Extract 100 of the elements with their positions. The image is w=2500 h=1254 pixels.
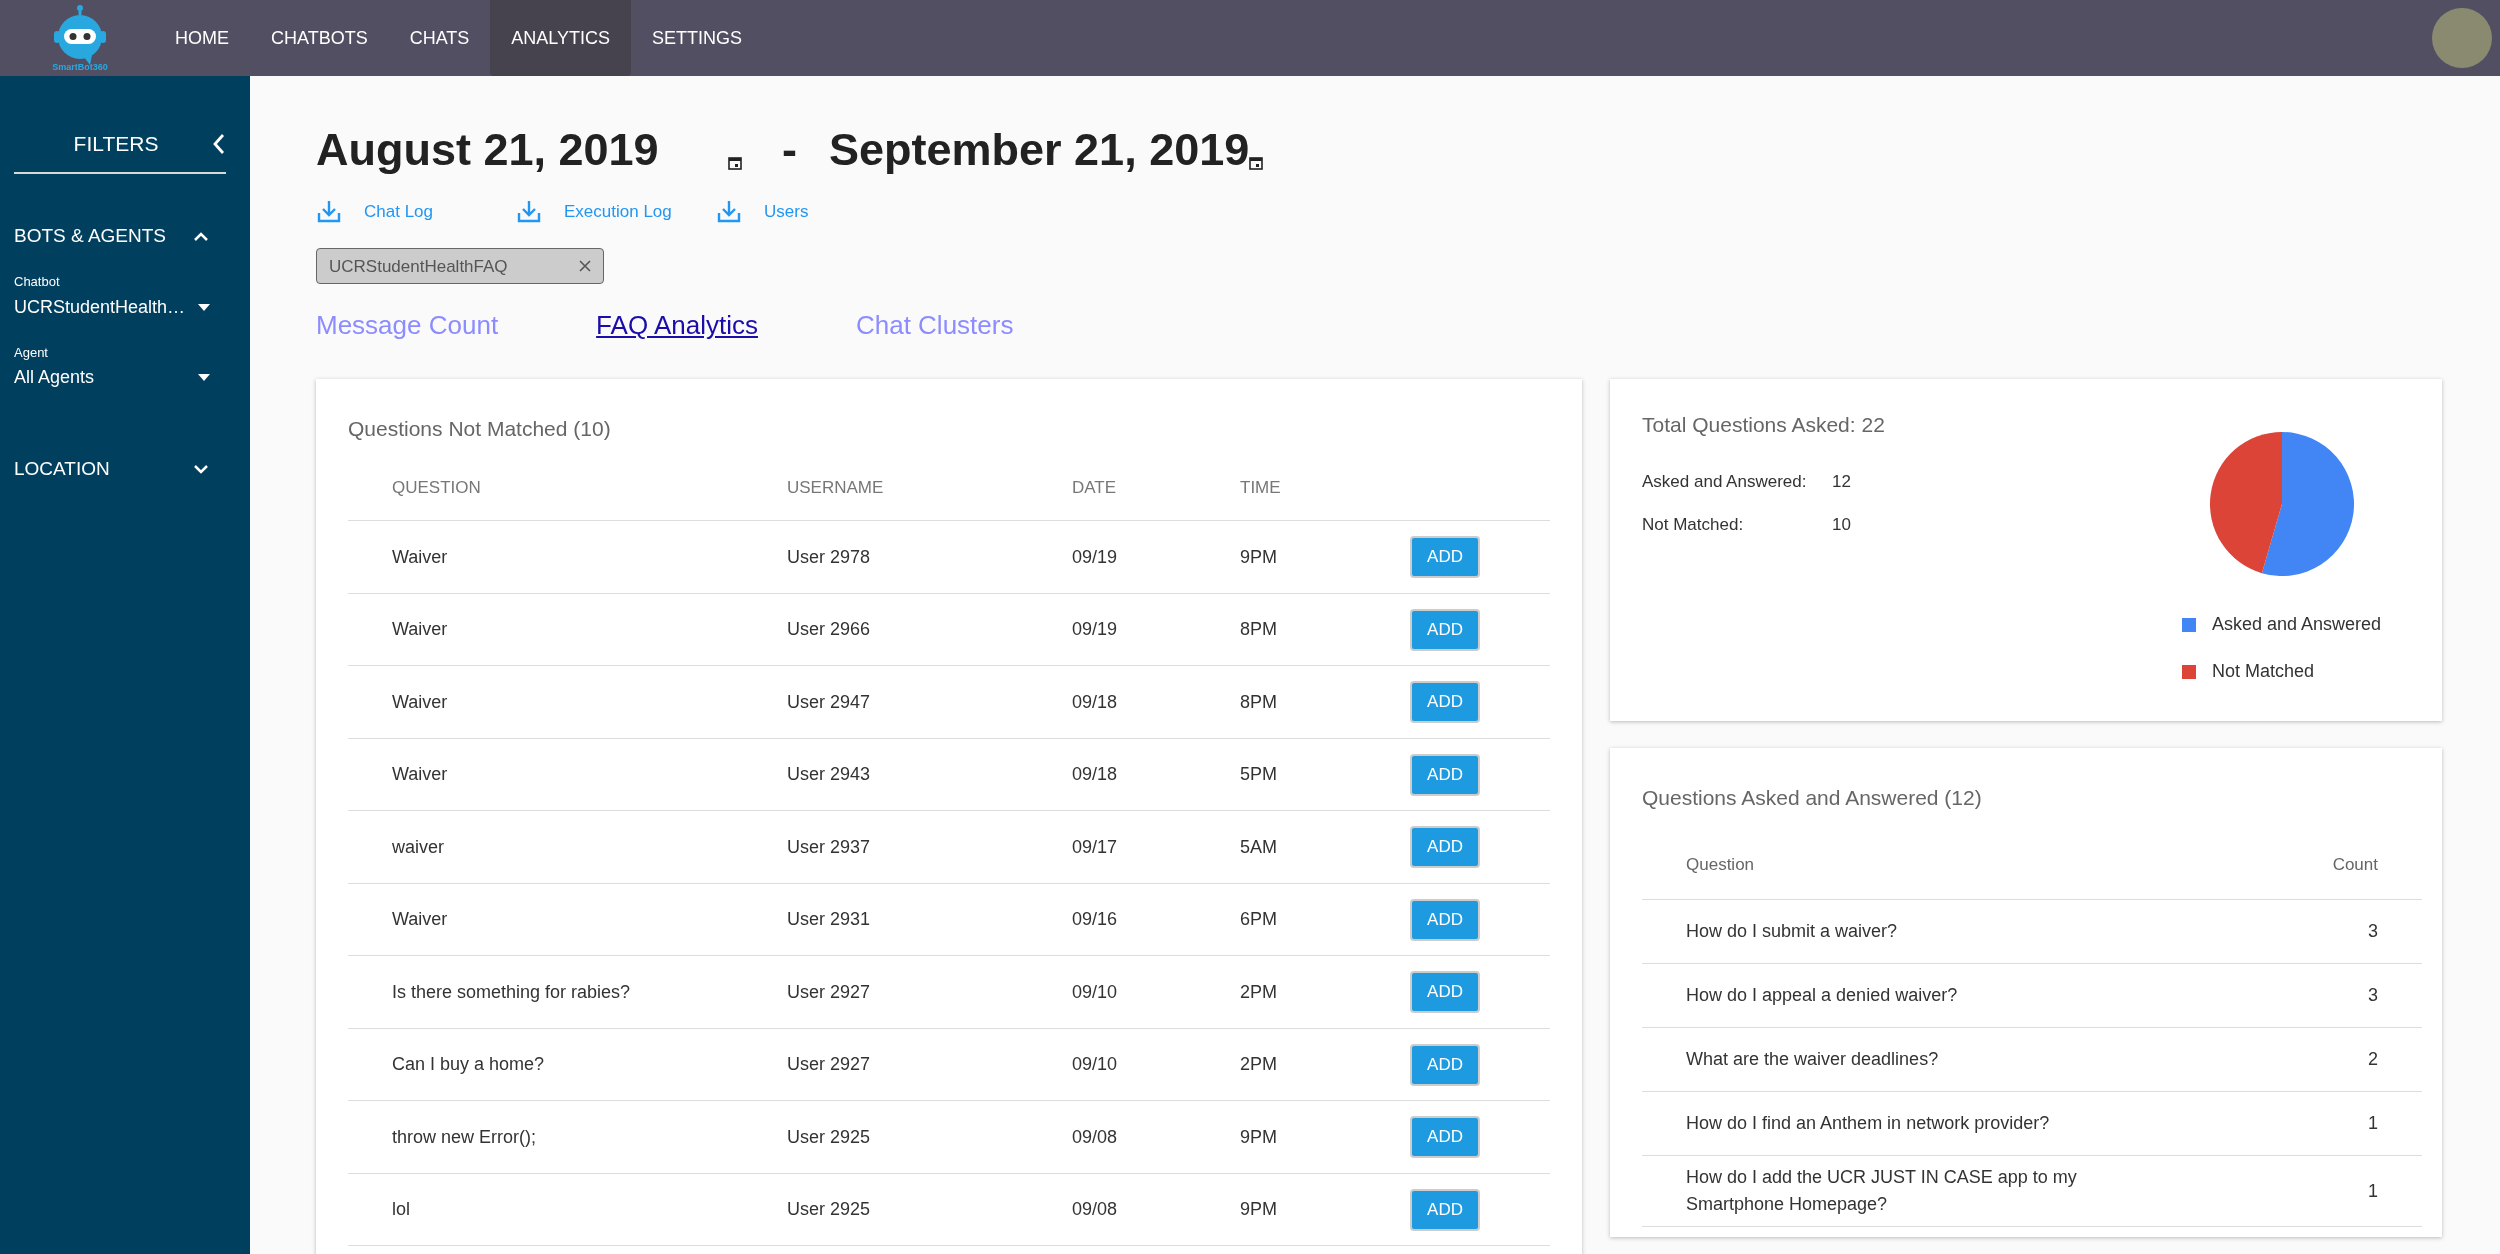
chip-label: UCRStudentHealthFAQ (329, 255, 508, 278)
calendar-icon[interactable] (728, 156, 742, 171)
legend-label: Asked and Answered (2212, 613, 2382, 637)
table-cell-text: 09/08 (1072, 1125, 1119, 1149)
table-cell-text: 5PM (1240, 763, 1278, 786)
start-date[interactable]: August 21, 2019 (316, 122, 728, 179)
close-icon[interactable] (579, 260, 591, 273)
column-header: QUESTION (392, 476, 482, 499)
nav-tab[interactable]: HOME (154, 0, 250, 76)
table-cell-text: Waiver (392, 545, 449, 569)
table-cell-text: 2PM (1240, 1053, 1278, 1076)
table-cell-text: How do I add the UCR JUST IN CASE app to my Smartphone Homepage? (1686, 1166, 2078, 1217)
table-cell-text: User 2931 (787, 908, 872, 931)
dropdown-caret-icon (198, 374, 210, 381)
table-cell-text: waiver (392, 835, 445, 859)
column-header: DATE (1072, 476, 1118, 499)
collapse-chevron-icon[interactable] (212, 132, 226, 155)
column-header: USERNAME (787, 476, 885, 499)
add-button[interactable]: ADD (1410, 753, 1480, 796)
chevron-down-icon[interactable] (192, 463, 210, 476)
table-cell-text: User 2925 (787, 1198, 872, 1221)
stat-value: 10 (1832, 514, 1851, 537)
add-button[interactable]: ADD (1410, 1188, 1480, 1231)
card-title: Questions Not Matched (10) (348, 416, 612, 443)
add-button[interactable]: ADD (1410, 681, 1480, 723)
download-link[interactable]: Chat Log (364, 198, 433, 224)
table-cell-text: 2PM (1240, 980, 1278, 1004)
nav-tab[interactable]: SETTINGS (631, 0, 764, 76)
table-cell-text: 2 (2368, 1048, 2378, 1072)
table-cell-text: 1 (2368, 1112, 2378, 1136)
table-cell-text: 09/18 (1072, 763, 1119, 786)
add-button[interactable]: ADD (1410, 971, 1480, 1013)
dropdown-caret-icon (198, 303, 210, 311)
download-icon[interactable] (716, 198, 742, 225)
table-cell-text: Waiver (392, 908, 449, 931)
download-link[interactable]: Users (764, 198, 809, 224)
table-cell-text: Waiver (392, 690, 449, 714)
table-cell-text: 5AM (1240, 835, 1278, 859)
table-cell-text: Waiver (392, 618, 449, 641)
dropdown-select[interactable]: All Agents (14, 364, 210, 391)
nav-tab[interactable]: CHATS (388, 0, 491, 76)
end-date[interactable]: September 21, 2019 (829, 122, 1250, 179)
add-button[interactable]: ADD (1410, 536, 1480, 578)
table-cell-text: 09/19 (1072, 618, 1119, 641)
table-cell-text: throw new Error(); (392, 1125, 538, 1149)
add-button[interactable]: ADD (1410, 826, 1480, 868)
nav-tab[interactable]: ANALYTICS (490, 0, 632, 76)
add-button[interactable]: ADD (1410, 898, 1480, 941)
table-cell-text: 09/16 (1072, 908, 1119, 931)
stat-value: 12 (1832, 470, 1851, 493)
download-link[interactable]: Execution Log (564, 198, 672, 224)
logo-text: SmartBot360 (52, 62, 108, 72)
stat-label: Not Matched: (1642, 514, 1745, 537)
table-cell-text: User 2927 (787, 1053, 872, 1076)
column-header: Question (1686, 853, 1755, 876)
section-header[interactable]: BOTS & AGENTS (14, 221, 167, 250)
dropdown-select[interactable]: UCRStudentHealth… (14, 293, 210, 321)
nav-tab[interactable]: CHATBOTS (250, 0, 389, 76)
table-cell-text: lol (392, 1198, 411, 1221)
field-label: Agent (14, 343, 49, 362)
card-title: Questions Asked and Answered (12) (1642, 785, 1983, 812)
card-title: Total Questions Asked: 22 (1642, 412, 1886, 439)
table-cell-text: 9PM (1240, 545, 1278, 569)
table-cell-text: 9PM (1240, 1125, 1278, 1149)
table-cell-text: 3 (2368, 984, 2378, 1008)
column-header: TIME (1240, 476, 1282, 499)
stat-label: Asked and Answered: (1642, 470, 1808, 493)
table-cell-text: 09/19 (1072, 545, 1119, 569)
download-icon[interactable] (316, 198, 342, 225)
table-cell-text: User 2925 (787, 1125, 872, 1149)
table-cell-text: 9PM (1240, 1198, 1278, 1221)
column-header: Count (2332, 853, 2378, 876)
table-cell-text: Is there something for rabies? (392, 980, 632, 1004)
view-tab[interactable]: Message Count (316, 306, 499, 346)
view-tab[interactable]: Chat Clusters (855, 306, 1014, 346)
table-cell-text: User 2978 (787, 545, 872, 569)
table-cell-text: User 2947 (787, 690, 872, 714)
table-cell-text: 6PM (1240, 908, 1278, 931)
table-cell-text: User 2966 (787, 618, 872, 641)
table-cell-text: User 2937 (787, 835, 872, 859)
table-cell-text: How do I submit a waiver? (1686, 920, 1898, 944)
add-button[interactable]: ADD (1410, 1116, 1480, 1158)
date-separator: - (782, 123, 797, 177)
section-header[interactable]: LOCATION (14, 455, 110, 484)
add-button[interactable]: ADD (1410, 1043, 1480, 1086)
table-cell-text: User 2943 (787, 763, 872, 786)
add-button[interactable]: ADD (1410, 608, 1480, 651)
table-cell-text: User 2927 (787, 980, 872, 1004)
table-cell-text: 09/18 (1072, 690, 1119, 714)
table-cell-text: Can I buy a home? (392, 1053, 546, 1076)
table-cell-text: How do I find an Anthem in network provider? (1686, 1112, 2050, 1136)
calendar-icon[interactable] (1249, 156, 1264, 171)
view-tab[interactable]: FAQ Analytics (596, 306, 758, 346)
field-label: Chatbot (14, 273, 61, 291)
legend-label: Not Matched (2212, 660, 2315, 684)
download-icon[interactable] (516, 198, 542, 225)
sidebar-title: FILTERS (72, 131, 160, 157)
table-cell-text: 09/10 (1072, 980, 1119, 1004)
table-cell-text: 3 (2368, 920, 2378, 944)
table-cell-text: 8PM (1240, 618, 1278, 641)
